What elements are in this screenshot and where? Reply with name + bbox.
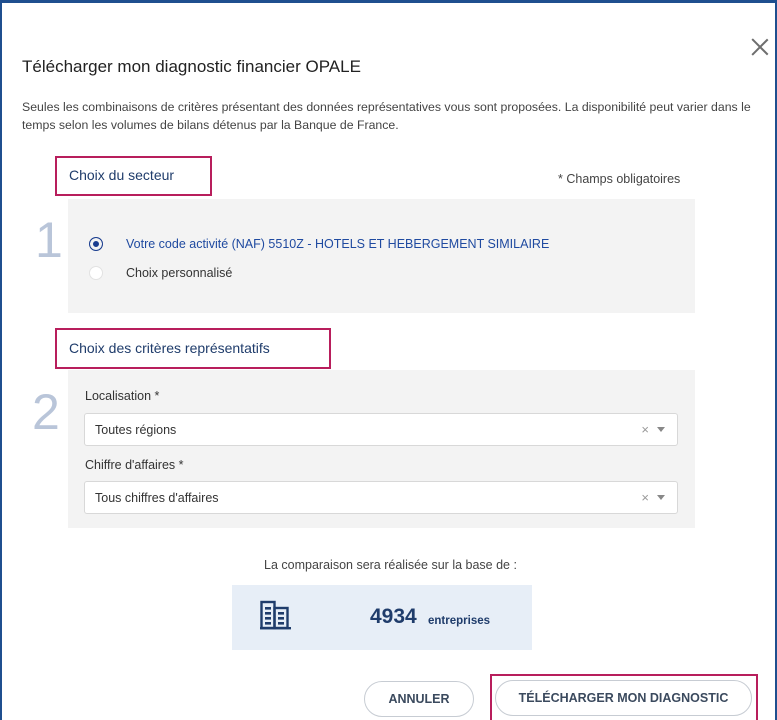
radio-selected-icon	[89, 237, 103, 251]
company-count-unit: entreprises	[428, 615, 491, 627]
close-icon[interactable]	[750, 37, 770, 57]
dialog-intro: Seules les combinaisons de critères prés…	[22, 100, 751, 132]
radio-custom-choice[interactable]: Choix personnalisé	[89, 266, 232, 280]
sector-panel: Votre code activité (NAF) 5510Z - HOTELS…	[68, 199, 695, 313]
dialog-title: Télécharger mon diagnostic financier OPA…	[22, 57, 361, 76]
criteria-title: Choix des critères représentatifs	[69, 340, 270, 356]
chevron-down-icon[interactable]	[657, 495, 665, 500]
revenue-label: Chiffre d'affaires *	[85, 458, 184, 472]
location-select[interactable]: Toutes régions ×	[84, 413, 678, 446]
comparison-text: La comparaison sera réalisée sur la base…	[264, 558, 517, 572]
sector-title: Choix du secteur	[69, 167, 175, 183]
step-number-1: 1	[35, 212, 63, 268]
download-diagnostic-button[interactable]: TÉLÉCHARGER MON DIAGNOSTIC	[495, 680, 752, 716]
step-number-2: 2	[32, 384, 60, 440]
cancel-button[interactable]: ANNULER	[364, 681, 474, 717]
required-fields-note: * Champs obligatoires	[558, 172, 681, 186]
company-count-box: 4934 entreprises	[232, 585, 532, 650]
location-clear-icon[interactable]: ×	[641, 422, 649, 437]
chevron-down-icon[interactable]	[657, 427, 665, 432]
revenue-value: Tous chiffres d'affaires	[95, 490, 219, 505]
revenue-select[interactable]: Tous chiffres d'affaires ×	[84, 481, 678, 514]
location-value: Toutes régions	[95, 422, 177, 437]
company-count: 4934	[370, 605, 417, 628]
radio-custom-choice-label: Choix personnalisé	[126, 266, 233, 280]
location-label: Localisation *	[85, 389, 160, 403]
radio-naf-code[interactable]: Votre code activité (NAF) 5510Z - HOTELS…	[89, 237, 549, 251]
download-diagnostic-dialog: Télécharger mon diagnostic financier OPA…	[0, 0, 777, 720]
revenue-clear-icon[interactable]: ×	[641, 490, 649, 505]
building-icon	[260, 600, 291, 630]
radio-unselected-icon	[89, 266, 103, 280]
radio-naf-code-label: Votre code activité (NAF) 5510Z - HOTELS…	[126, 237, 550, 251]
criteria-panel: Localisation * Toutes régions × Chiffre …	[68, 370, 695, 528]
